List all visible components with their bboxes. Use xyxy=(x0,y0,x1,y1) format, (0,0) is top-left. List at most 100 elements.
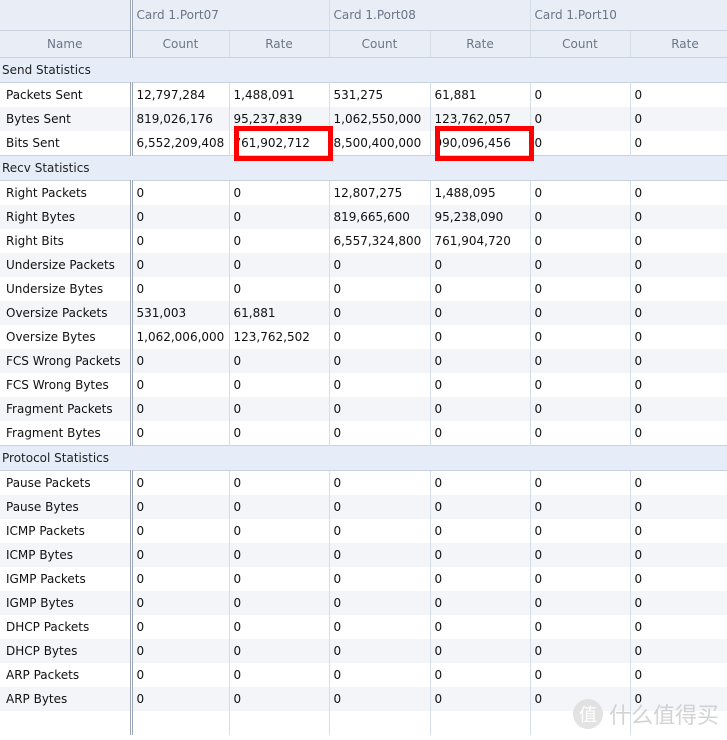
rate-cell: 0 xyxy=(630,180,727,205)
count-cell: 0 xyxy=(530,615,631,639)
table-row[interactable]: Bytes Sent 819,026,176 95,237,839 1,062,550… xyxy=(0,107,727,131)
row-name: ICMP Bytes xyxy=(0,543,133,567)
rate-column-header[interactable]: Rate xyxy=(229,30,330,58)
count-cell: 0 xyxy=(530,301,631,325)
table-row[interactable]: Pause Bytes 0 0 0 0 0 0 xyxy=(0,495,727,519)
count-cell: 0 xyxy=(530,205,631,229)
table-row[interactable]: Fragment Packets 0 0 0 0 0 0 xyxy=(0,397,727,421)
port-header: Card 1.Port08 xyxy=(329,0,531,31)
count-cell: 0 xyxy=(530,567,631,591)
rate-cell: 761,904,720 xyxy=(430,229,531,253)
row-name: Fragment Bytes xyxy=(0,421,133,446)
table-row[interactable]: Oversize Bytes 1,062,006,000 123,762,502 0 0… xyxy=(0,325,727,349)
table-row[interactable]: ARP Packets 0 0 0 0 0 0 xyxy=(0,663,727,687)
count-cell: 0 xyxy=(329,277,431,301)
count-cell: 0 xyxy=(329,253,431,277)
count-cell: 819,665,600 xyxy=(329,205,431,229)
rate-cell: 0 xyxy=(430,253,531,277)
name-column-header[interactable]: Name xyxy=(0,30,133,58)
count-cell: 0 xyxy=(530,663,631,687)
rate-cell: 0 xyxy=(630,349,727,373)
section-title: Protocol Statistics xyxy=(0,445,727,471)
count-cell: 0 xyxy=(530,82,631,107)
count-cell: 0 xyxy=(131,663,230,687)
count-cell: 0 xyxy=(329,397,431,421)
table-row[interactable]: ICMP Packets 0 0 0 0 0 0 xyxy=(0,519,727,543)
row-name: Bits Sent xyxy=(0,131,133,156)
row-name: Right Packets xyxy=(0,180,133,205)
rate-cell: 0 xyxy=(229,397,330,421)
count-cell: 0 xyxy=(131,567,230,591)
row-name: Oversize Bytes xyxy=(0,325,133,349)
table-row[interactable]: Undersize Packets 0 0 0 0 0 0 xyxy=(0,253,727,277)
table-row[interactable]: Packets Sent 12,797,284 1,488,091 531,275 61… xyxy=(0,82,727,107)
count-cell: 12,797,284 xyxy=(131,82,230,107)
rate-cell: 0 xyxy=(430,349,531,373)
section-header-row[interactable]: Protocol Statistics xyxy=(0,445,727,471)
count-cell: 0 xyxy=(329,639,431,663)
rate-cell: 0 xyxy=(630,107,727,131)
rate-column-header[interactable]: Rate xyxy=(630,30,727,58)
table-row[interactable]: IGMP Packets 0 0 0 0 0 0 xyxy=(0,567,727,591)
section-header-row[interactable]: Recv Statistics xyxy=(0,155,727,181)
row-name: DHCP Bytes xyxy=(0,639,133,663)
rate-cell: 0 xyxy=(229,470,330,495)
table-row[interactable]: Right Packets 0 0 12,807,275 1,488,095 0 0 xyxy=(0,180,727,205)
count-cell: 531,275 xyxy=(329,82,431,107)
table-row[interactable]: Bits Sent 6,552,209,408 761,902,712 8,500,4… xyxy=(0,131,727,156)
table-row[interactable]: Undersize Bytes 0 0 0 0 0 0 xyxy=(0,277,727,301)
rate-cell: 0 xyxy=(229,421,330,446)
count-cell: 0 xyxy=(530,349,631,373)
rate-cell: 0 xyxy=(430,301,531,325)
count-cell: 12,807,275 xyxy=(329,180,431,205)
count-cell: 0 xyxy=(131,277,230,301)
rate-cell: 0 xyxy=(430,567,531,591)
count-cell: 0 xyxy=(530,229,631,253)
table-row[interactable]: DHCP Bytes 0 0 0 0 0 0 xyxy=(0,639,727,663)
rate-cell: 0 xyxy=(630,615,727,639)
row-name: IGMP Bytes xyxy=(0,591,133,615)
rate-cell: 0 xyxy=(229,591,330,615)
count-column-header[interactable]: Count xyxy=(329,30,431,58)
count-cell: 8,500,400,000 xyxy=(329,131,431,156)
count-cell: 0 xyxy=(530,277,631,301)
table-row[interactable]: DHCP Packets 0 0 0 0 0 0 xyxy=(0,615,727,639)
rate-cell: 123,762,057 xyxy=(430,107,531,131)
count-cell: 0 xyxy=(131,639,230,663)
count-column-header[interactable]: Count xyxy=(131,30,230,58)
rate-cell: 0 xyxy=(229,229,330,253)
rate-cell: 0 xyxy=(430,519,531,543)
section-header-row[interactable]: Send Statistics xyxy=(0,57,727,83)
rate-cell: 0 xyxy=(630,519,727,543)
section-title: Recv Statistics xyxy=(0,155,727,181)
rate-cell: 0 xyxy=(630,205,727,229)
count-cell: 6,557,324,800 xyxy=(329,229,431,253)
rate-cell: 0 xyxy=(430,421,531,446)
table-row[interactable]: Right Bits 0 0 6,557,324,800 761,904,720 0 0 xyxy=(0,229,727,253)
table-row[interactable]: IGMP Bytes 0 0 0 0 0 0 xyxy=(0,591,727,615)
rate-cell: 990,096,456 xyxy=(430,131,531,156)
rate-cell: 0 xyxy=(430,397,531,421)
count-cell: 0 xyxy=(530,325,631,349)
count-cell: 0 xyxy=(530,543,631,567)
count-cell: 0 xyxy=(329,663,431,687)
count-column-header[interactable]: Count xyxy=(530,30,631,58)
table-row[interactable]: ICMP Bytes 0 0 0 0 0 0 xyxy=(0,543,727,567)
count-cell: 0 xyxy=(530,591,631,615)
table-row[interactable]: Pause Packets 0 0 0 0 0 0 xyxy=(0,470,727,495)
rate-cell: 0 xyxy=(229,349,330,373)
row-name: Right Bits xyxy=(0,229,133,253)
port-header: Card 1.Port10 xyxy=(530,0,727,31)
table-row[interactable]: Fragment Bytes 0 0 0 0 0 0 xyxy=(0,421,727,446)
table-row[interactable]: Oversize Packets 531,003 61,881 0 0 0 0 xyxy=(0,301,727,325)
rate-column-header[interactable]: Rate xyxy=(430,30,531,58)
rate-cell: 0 xyxy=(430,639,531,663)
count-cell: 0 xyxy=(530,470,631,495)
rate-cell: 0 xyxy=(229,543,330,567)
rate-cell: 0 xyxy=(630,567,727,591)
table-row[interactable]: FCS Wrong Packets 0 0 0 0 0 0 xyxy=(0,349,727,373)
count-cell: 0 xyxy=(131,591,230,615)
table-row[interactable]: Right Bytes 0 0 819,665,600 95,238,090 0 0 xyxy=(0,205,727,229)
count-cell: 819,026,176 xyxy=(131,107,230,131)
table-row[interactable]: FCS Wrong Bytes 0 0 0 0 0 0 xyxy=(0,373,727,397)
